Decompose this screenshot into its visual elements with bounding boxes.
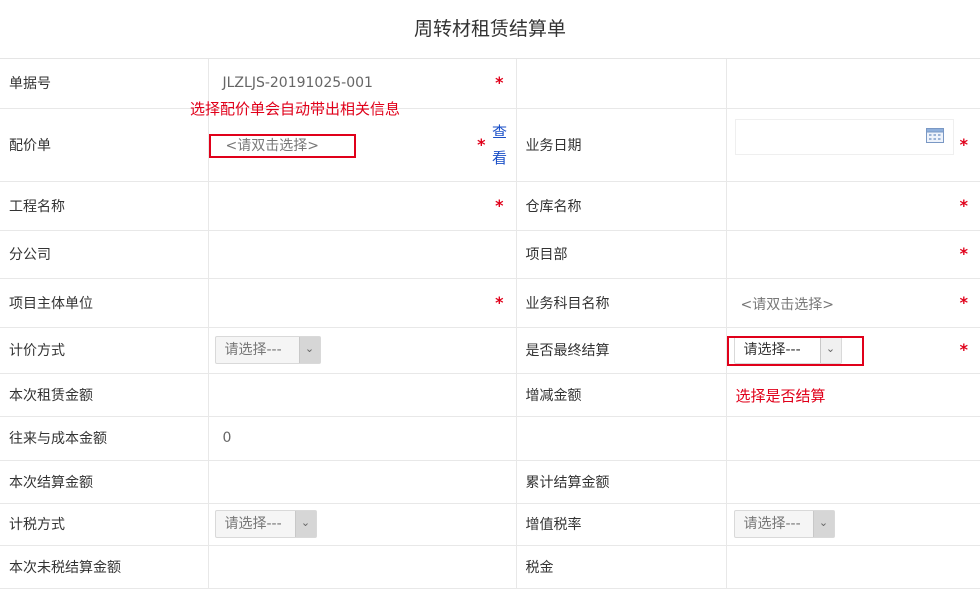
required-mark: * <box>959 195 968 215</box>
cost-amount-value: 0 <box>208 416 517 461</box>
branch-input[interactable] <box>208 230 517 279</box>
pricing-method-select[interactable]: 请选择--- ⌄ <box>214 336 321 364</box>
chevron-down-icon[interactable]: ⌄ <box>812 511 834 537</box>
pricing-method-cell: 请选择--- ⌄ <box>208 327 517 374</box>
tax-label: 税金 <box>516 545 727 589</box>
rent-amount-label: 本次租赁金额 <box>0 373 209 417</box>
business-subject-input[interactable]: <请双击选择> <box>741 294 834 314</box>
cum-settle-value <box>726 460 980 504</box>
empty-cell <box>726 59 980 109</box>
required-mark: * <box>495 292 504 312</box>
form-row: 计税方式 请选择--- ⌄ 增值税率 请选择--- ⌄ <box>0 503 980 546</box>
doc-no-label: 单据号 <box>0 59 209 109</box>
form-row: 项目主体单位 * 业务科目名称 <请双击选择> * <box>0 278 980 328</box>
adjust-amount-label: 增减金额 <box>516 373 727 417</box>
project-name-input[interactable]: * <box>208 181 517 231</box>
tax-method-cell: 请选择--- ⌄ <box>208 503 517 546</box>
is-final-highlight-box <box>727 336 864 366</box>
required-mark: * <box>959 134 968 154</box>
business-date-cell: * <box>726 108 980 182</box>
business-subject-label: 业务科目名称 <box>516 278 727 328</box>
form-row: 配价单 <请双击选择> * 查看 业务日期 * <box>0 108 980 182</box>
required-mark: * <box>959 292 968 312</box>
required-mark: * <box>959 340 968 359</box>
form-row: 本次租赁金额 增减金额 选择是否结算 <box>0 373 980 417</box>
vat-rate-value: 请选择--- <box>743 516 801 532</box>
form-row: 单据号 JLZLJS-20191025-001 * <box>0 59 980 109</box>
required-mark: * <box>477 134 486 154</box>
project-dept-label: 项目部 <box>516 230 727 279</box>
pretax-amount-label: 本次未税结算金额 <box>0 545 209 589</box>
page-title: 周转材租赁结算单 <box>0 0 980 59</box>
project-dept-input[interactable]: * <box>726 230 980 279</box>
pricing-method-label: 计价方式 <box>0 327 209 374</box>
form-row: 分公司 项目部 * <box>0 230 980 279</box>
pretax-amount-value <box>208 545 517 589</box>
branch-label: 分公司 <box>0 230 209 279</box>
tax-method-select[interactable]: 请选择--- ⌄ <box>214 510 317 538</box>
empty-cell <box>516 59 727 109</box>
rent-amount-value <box>208 373 517 417</box>
project-owner-label: 项目主体单位 <box>0 278 209 328</box>
is-final-label: 是否最终结算 <box>516 327 727 374</box>
cum-settle-label: 累计结算金额 <box>516 460 727 504</box>
doc-no-value: JLZLJS-20191025-001 <box>222 75 373 92</box>
tax-method-value: 请选择--- <box>224 516 282 532</box>
vat-rate-select[interactable]: 请选择--- ⌄ <box>733 510 835 538</box>
business-date-label: 业务日期 <box>516 108 727 182</box>
required-mark: * <box>959 244 968 263</box>
final-hint-annotation: 选择是否结算 <box>735 386 826 405</box>
pricing-method-value: 请选择--- <box>224 342 282 358</box>
form-row: 本次未税结算金额 税金 <box>0 545 980 589</box>
tax-method-label: 计税方式 <box>0 503 209 546</box>
view-link[interactable]: 查看 <box>492 119 508 171</box>
tax-value <box>726 545 980 589</box>
settle-amount-label: 本次结算金额 <box>0 460 209 504</box>
settlement-form: 单据号 JLZLJS-20191025-001 * 配价单 <请双击选择> * … <box>0 59 980 589</box>
required-mark: * <box>495 73 504 93</box>
chevron-down-icon[interactable]: ⌄ <box>298 337 320 363</box>
vat-rate-cell: 请选择--- ⌄ <box>726 503 980 546</box>
project-name-label: 工程名称 <box>0 181 209 231</box>
empty-cell <box>726 416 980 461</box>
cost-amount-label: 往来与成本金额 <box>0 416 209 461</box>
adjust-amount-cell: 选择是否结算 <box>726 373 980 417</box>
business-date-input[interactable] <box>734 118 954 155</box>
warehouse-input[interactable]: * <box>726 181 980 231</box>
empty-cell <box>516 416 727 461</box>
price-sheet-highlight-box <box>209 134 356 158</box>
vat-rate-label: 增值税率 <box>516 503 727 546</box>
price-sheet-hint-annotation: 选择配价单会自动带出相关信息 <box>190 100 401 118</box>
form-row: 往来与成本金额 0 <box>0 416 980 461</box>
project-owner-input[interactable]: * <box>208 278 517 328</box>
warehouse-label: 仓库名称 <box>516 181 727 231</box>
required-mark: * <box>495 195 504 215</box>
settle-amount-value <box>208 460 517 504</box>
chevron-down-icon[interactable]: ⌄ <box>294 511 316 537</box>
price-sheet-label: 配价单 <box>0 108 209 182</box>
calendar-icon[interactable] <box>926 127 944 143</box>
business-subject-cell: <请双击选择> * <box>726 278 980 328</box>
form-row: 工程名称 * 仓库名称 * <box>0 181 980 231</box>
form-row: 本次结算金额 累计结算金额 <box>0 460 980 504</box>
